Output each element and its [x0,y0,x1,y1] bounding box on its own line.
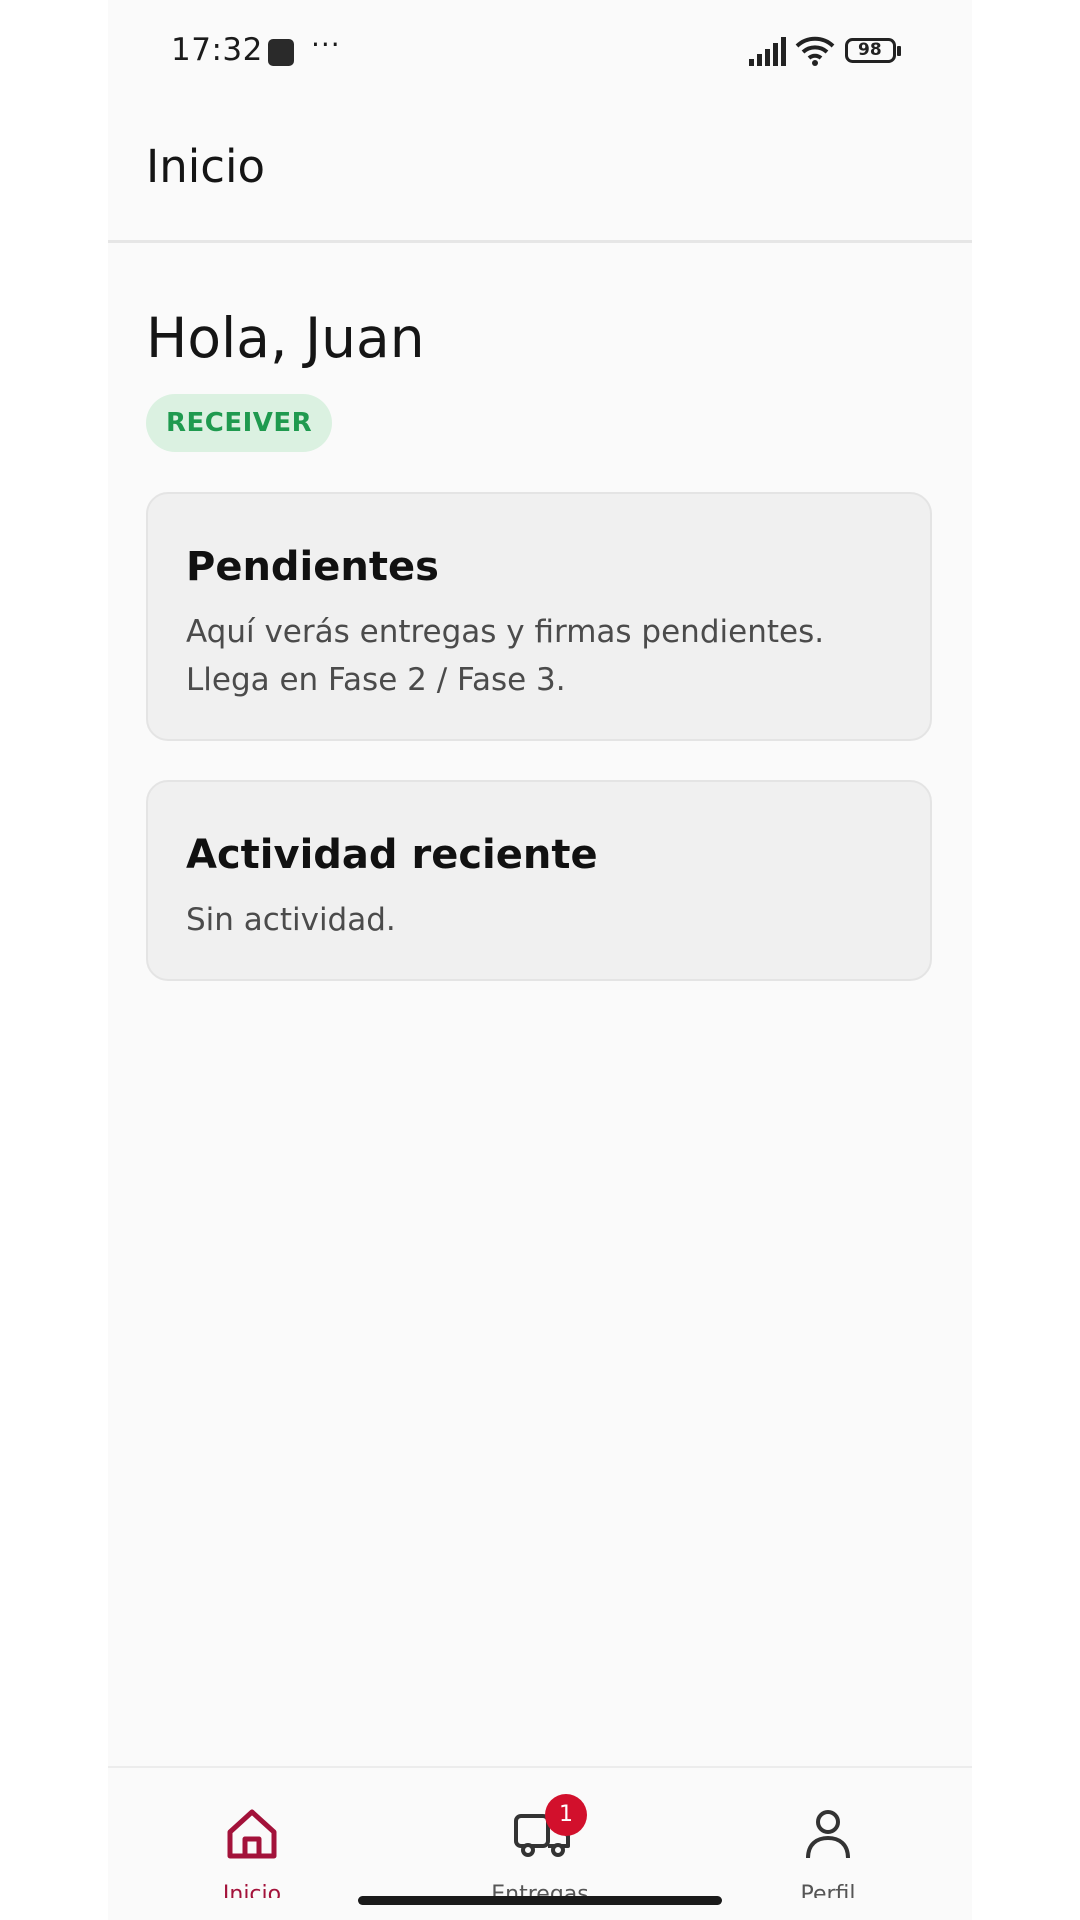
recent-activity-card[interactable]: Actividad reciente Sin actividad. [146,780,932,981]
status-indicators: 98 [749,35,909,69]
pending-card-title: Pendientes [186,544,439,590]
status-time: 17:32 [171,32,263,68]
home-icon [227,1809,277,1859]
role-badge: RECEIVER [146,394,333,452]
nav-item-perfil[interactable]: Perfil [728,1768,928,1920]
pending-card-line-1: Aquí verás entregas y firmas pendientes. [186,614,825,650]
status-more-icon: ··· [311,28,341,61]
home-indicator[interactable] [358,1896,722,1905]
wifi-icon [795,36,835,66]
nav-label-perfil: Perfil [800,1882,856,1898]
signal-icon [749,37,786,66]
person-icon [806,1810,850,1859]
recent-activity-title: Actividad reciente [186,832,598,878]
notification-app-icon [268,39,294,66]
recent-activity-text: Sin actividad. [186,902,396,938]
greeting-heading: Hola, Juan [146,306,425,370]
phone-screen: 17:32 ··· 98 Inicio Hola, Juan RECEIVER … [108,0,972,1920]
status-bar: 17:32 ··· 98 [108,0,972,104]
pending-card[interactable]: Pendientes Aquí verás entregas y firmas … [146,492,932,741]
app-bar: Inicio [108,104,972,243]
battery-level: 98 [858,40,882,60]
pending-card-line-2: Llega en Fase 2 / Fase 3. [186,662,566,698]
page-title: Inicio [146,140,266,193]
deliveries-count-badge: 1 [545,1794,587,1836]
nav-item-inicio[interactable]: Inicio [152,1768,352,1920]
nav-label-inicio: Inicio [222,1882,282,1898]
